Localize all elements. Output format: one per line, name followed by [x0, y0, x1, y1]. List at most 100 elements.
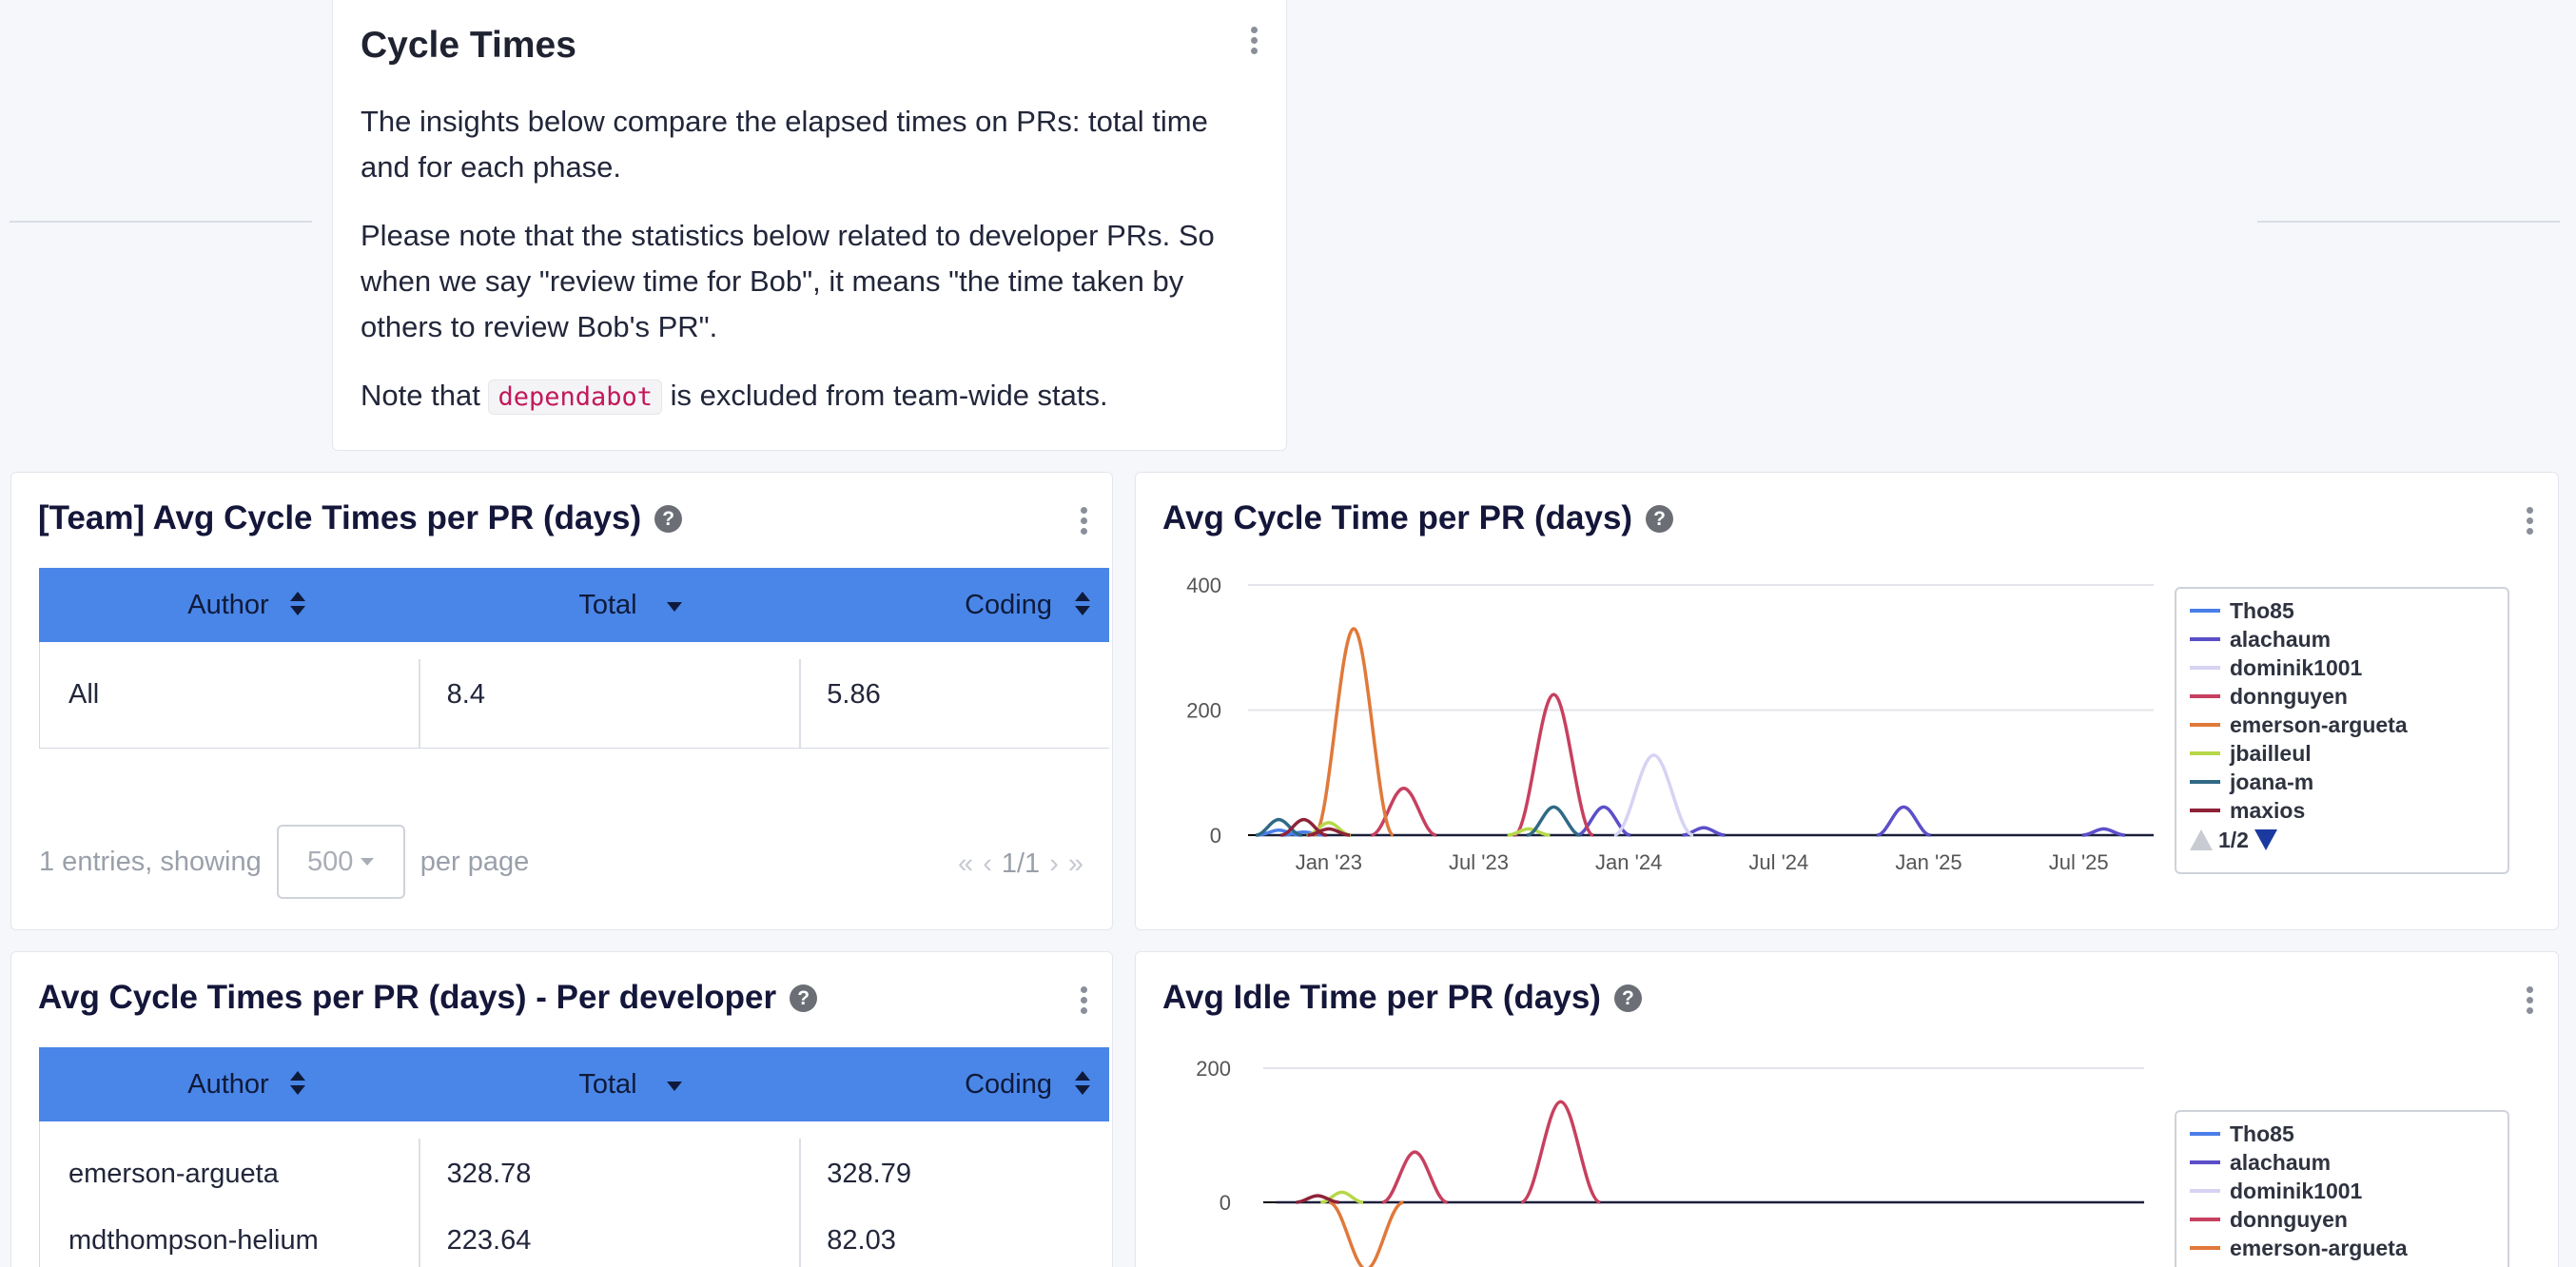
cell-coding: 328.79: [827, 1158, 911, 1189]
legend-label: maxios: [2230, 797, 2306, 823]
x-tick-label: Jan '23: [1296, 850, 1362, 874]
legend-label: emerson-argueta: [2230, 1235, 2408, 1260]
next-page-icon[interactable]: ›: [1049, 848, 1059, 880]
sort-desc-icon: [667, 1082, 682, 1091]
legend-item[interactable]: alachaum: [2190, 1148, 2494, 1177]
legend-item[interactable]: joana-m: [2190, 768, 2494, 796]
column-coding[interactable]: Coding: [798, 568, 1109, 642]
legend-swatch: [2190, 637, 2220, 641]
table-header: Author Total Coding: [39, 568, 1109, 642]
legend-label: donnguyen: [2230, 683, 2348, 709]
intro-paragraph-1: The insights below compare the elapsed t…: [361, 105, 1208, 184]
series-peak-donnguyen: [1520, 1100, 1602, 1204]
legend-item[interactable]: donnguyen: [2190, 682, 2494, 711]
legend-next-icon[interactable]: [2254, 829, 2277, 850]
page-nav: « ‹ 1/1 › »: [958, 848, 1083, 880]
column-total[interactable]: Total: [418, 1047, 798, 1121]
legend-label: alachaum: [2230, 1149, 2332, 1175]
x-tick-label: Jul '24: [1748, 850, 1808, 874]
y-tick-label: 200: [1196, 1057, 1231, 1081]
table-header: Author Total Coding: [39, 1047, 1109, 1121]
dev-table-menu-icon[interactable]: [1078, 986, 1089, 1017]
cycle-time-chart-card: Avg Cycle Time per PR (days)? 0 200 400 Jan…: [1135, 472, 2559, 930]
per-page-select[interactable]: 500: [276, 825, 405, 899]
legend-item[interactable]: emerson-argueta: [2190, 711, 2494, 739]
sort-icon: [1075, 592, 1090, 618]
page-indicator: 1/1: [1001, 848, 1041, 879]
chart-legend: Tho85 alachaum dominik1001 donnguyen emerson…: [2175, 1110, 2509, 1267]
legend-item[interactable]: dominik1001: [2190, 1177, 2494, 1205]
intro-menu-icon[interactable]: [1248, 27, 1259, 57]
legend-item[interactable]: jbailleul: [2190, 739, 2494, 768]
column-total[interactable]: Total: [418, 568, 798, 642]
legend-swatch: [2190, 1132, 2220, 1136]
legend-item[interactable]: donnguyen: [2190, 1205, 2494, 1234]
table-row: emerson-argueta 328.78 328.79: [40, 1140, 1109, 1207]
legend-swatch: [2190, 1160, 2220, 1164]
legend-item[interactable]: emerson-argueta: [2190, 1234, 2494, 1262]
legend-item[interactable]: alachaum: [2190, 625, 2494, 653]
legend-pagination: 1/2: [2190, 825, 2494, 855]
prev-page-icon[interactable]: ‹: [983, 848, 992, 880]
last-page-icon[interactable]: »: [1068, 848, 1083, 880]
sort-icon: [290, 1071, 305, 1098]
first-page-icon[interactable]: «: [958, 848, 973, 880]
legend-item[interactable]: Tho85: [2190, 596, 2494, 625]
intro-title: Cycle Times: [361, 25, 576, 66]
x-tick-label: Jan '25: [1895, 850, 1961, 874]
series-peak-donnguyen: [1381, 1150, 1449, 1204]
cell-author: All: [68, 678, 100, 710]
team-table-title: [Team] Avg Cycle Times per PR (days)?: [38, 499, 683, 537]
legend-label: Tho85: [2230, 1121, 2294, 1146]
legend-swatch: [2190, 723, 2220, 727]
legend-prev-icon[interactable]: [2190, 829, 2213, 850]
cell-total: 328.78: [446, 1158, 532, 1189]
legend-swatch: [2190, 609, 2220, 613]
idle-time-chart-card: Avg Idle Time per PR (days)? 0 200 Tho85 a…: [1135, 951, 2559, 1267]
legend-swatch: [2190, 1189, 2220, 1193]
legend-label: Tho85: [2230, 597, 2294, 623]
y-tick-label: 0: [1220, 1191, 1231, 1215]
legend-label: dominik1001: [2230, 654, 2363, 680]
sort-icon: [1075, 1071, 1090, 1098]
legend-swatch: [2190, 751, 2220, 755]
series-peak-emerson-argueta: [1328, 1200, 1405, 1267]
divider-left: [10, 221, 312, 223]
cell-coding: 82.03: [827, 1224, 896, 1256]
table-row: All 8.4 5.86: [40, 661, 1109, 728]
series-peak-joana-m: [1255, 817, 1302, 837]
column-coding[interactable]: Coding: [798, 1047, 1109, 1121]
legend-label: jbailleul: [2230, 740, 2312, 766]
column-author[interactable]: Author: [39, 568, 418, 642]
dev-table-title: Avg Cycle Times per PR (days) - Per deve…: [38, 979, 818, 1017]
chevron-down-icon: [361, 858, 375, 866]
legend-label: joana-m: [2230, 769, 2314, 794]
intro-paragraph-3: Note that dependabot is excluded from te…: [361, 373, 1259, 420]
team-table-menu-icon[interactable]: [1078, 507, 1089, 537]
table-body: emerson-argueta 328.78 328.79 mdthompson…: [39, 1121, 1109, 1267]
legend-page-indicator: 1/2: [2218, 827, 2249, 852]
team-table-card: [Team] Avg Cycle Times per PR (days)? Au…: [10, 472, 1113, 930]
series-peak-donnguyen: [1512, 692, 1594, 837]
x-tick-label: Jul '23: [1449, 850, 1509, 874]
y-tick-label: 200: [1186, 699, 1221, 723]
entries-text: 1 entries, showing: [39, 846, 262, 877]
pagination: 1 entries, showing 500 per page: [39, 825, 529, 899]
cell-coding: 5.86: [827, 678, 881, 710]
sort-icon: [290, 592, 305, 618]
help-icon[interactable]: ?: [654, 505, 683, 533]
intro-note-suffix: is excluded from team-wide stats.: [670, 379, 1108, 412]
dependabot-code: dependabot: [488, 380, 662, 415]
help-icon[interactable]: ?: [790, 984, 818, 1012]
series-peak-emerson-argueta: [1312, 627, 1395, 837]
legend-item[interactable]: maxios: [2190, 796, 2494, 825]
legend-item[interactable]: dominik1001: [2190, 653, 2494, 682]
y-tick-label: 0: [1210, 824, 1221, 848]
legend-swatch: [2190, 1218, 2220, 1221]
table-body: All 8.4 5.86: [39, 642, 1109, 749]
column-author[interactable]: Author: [39, 1047, 418, 1121]
legend-label: dominik1001: [2230, 1178, 2363, 1203]
legend-swatch: [2190, 666, 2220, 670]
legend-item[interactable]: Tho85: [2190, 1120, 2494, 1148]
table-row: mdthompson-helium 223.64 82.03: [40, 1207, 1109, 1267]
